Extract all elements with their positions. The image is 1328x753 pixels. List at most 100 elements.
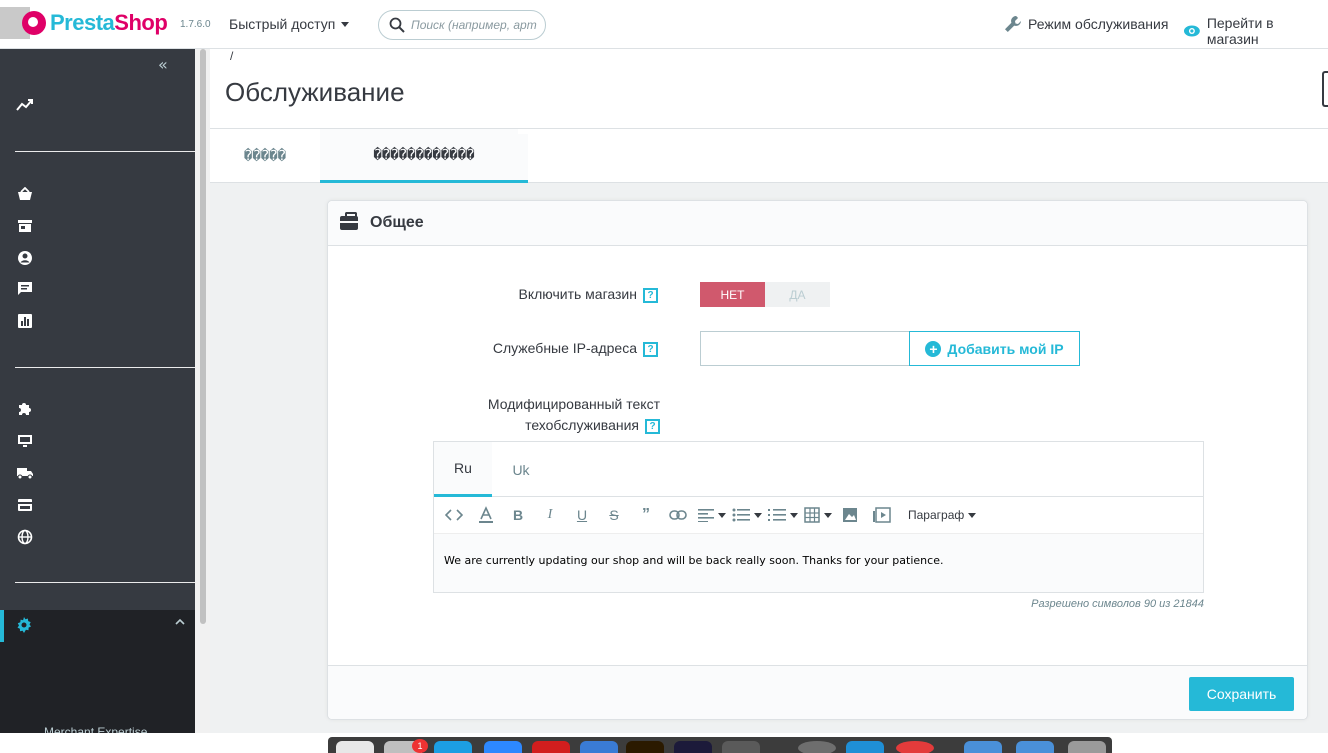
prestashop-logo[interactable]: PrestaShop: [22, 10, 168, 36]
globe-icon[interactable]: [16, 528, 34, 546]
message-icon[interactable]: [16, 280, 34, 298]
save-button[interactable]: Сохранить: [1189, 677, 1294, 711]
help-icon[interactable]: ?: [645, 418, 660, 434]
paragraph-format-label: Параграф: [908, 508, 965, 522]
caret-down-icon: [718, 512, 726, 518]
illustrator-icon[interactable]: [626, 741, 664, 753]
maintenance-ip-input[interactable]: [700, 331, 910, 366]
truck-icon[interactable]: [16, 464, 34, 482]
tab-bar: ����� ������������: [210, 129, 1328, 183]
language-tabs: Ru Uk: [434, 442, 1203, 497]
notification-badge: 1: [412, 739, 428, 753]
card-footer: Сохранить: [328, 665, 1307, 719]
help-icon[interactable]: ?: [643, 287, 658, 303]
paragraph-format-dropdown[interactable]: Параграф: [908, 508, 977, 522]
window-manager-icon[interactable]: [846, 741, 884, 753]
collapse-sidebar-button[interactable]: «: [158, 55, 168, 74]
sidebar-scrollbar[interactable]: [195, 49, 210, 733]
credit-card-icon[interactable]: [16, 496, 34, 514]
tab-notch: [518, 129, 528, 134]
editor-content[interactable]: We are currently updating our shop and w…: [434, 534, 1203, 592]
sidebar-divider: [15, 367, 195, 368]
monitor-icon[interactable]: [16, 432, 34, 450]
switch-no-option[interactable]: НЕТ: [700, 282, 765, 307]
table-dropdown[interactable]: [804, 503, 832, 527]
maintenance-mode-link[interactable]: Режим обслуживания: [1004, 15, 1168, 33]
search-box[interactable]: [378, 10, 546, 40]
underline-icon[interactable]: U: [570, 503, 594, 527]
editor-toolbar: B I U S ” Параграф: [434, 497, 1203, 534]
add-my-ip-label: Добавить мой IP: [947, 340, 1064, 357]
trending-up-icon[interactable]: [16, 96, 34, 114]
briefcase-icon: [340, 212, 358, 230]
github-icon[interactable]: [798, 741, 836, 753]
premiere-icon[interactable]: [674, 741, 712, 753]
preview-icon[interactable]: [580, 741, 618, 753]
view-shop-link[interactable]: Перейти в магазин: [1183, 15, 1328, 47]
strikethrough-icon[interactable]: S: [602, 503, 626, 527]
page-header: / Обслуживание: [210, 49, 1328, 129]
eye-icon: [1183, 25, 1200, 37]
caret-down-icon: [790, 512, 798, 518]
link-icon[interactable]: [666, 503, 690, 527]
tab-general[interactable]: �����: [210, 129, 320, 183]
tab-language-uk[interactable]: Uk: [492, 442, 550, 497]
italic-icon[interactable]: I: [538, 503, 562, 527]
os-dock: [328, 737, 1112, 753]
caret-down-icon: [754, 512, 762, 518]
trash-icon[interactable]: [1068, 741, 1106, 753]
code-icon[interactable]: [442, 503, 466, 527]
app-store-icon[interactable]: [434, 741, 472, 753]
quick-access-dropdown[interactable]: Быстрый доступ: [229, 16, 350, 32]
app-icon[interactable]: [722, 741, 760, 753]
align-dropdown[interactable]: [698, 503, 726, 527]
image-icon[interactable]: [838, 503, 862, 527]
logo-text: PrestaShop: [50, 10, 168, 35]
enable-shop-label: Включить магазин?: [428, 286, 658, 303]
finder-icon[interactable]: [336, 741, 374, 753]
tab-language-ru[interactable]: Ru: [434, 442, 492, 497]
wrench-icon: [1005, 16, 1021, 32]
toolbar-button-partial[interactable]: [1322, 71, 1328, 107]
sidebar-item-settings[interactable]: [0, 610, 195, 642]
stats-icon[interactable]: [16, 312, 34, 330]
store-icon[interactable]: [16, 217, 34, 235]
enable-shop-switch[interactable]: НЕТ ДА: [700, 282, 830, 307]
caret-down-icon: [824, 512, 832, 518]
sidebar-submenu-area: [0, 642, 195, 733]
folder-icon[interactable]: [1016, 741, 1054, 753]
numbered-list-dropdown[interactable]: [768, 503, 798, 527]
maintenance-ip-label: Служебные IP-адреса?: [428, 340, 658, 357]
card-header: Общее: [328, 201, 1307, 246]
caret-down-icon: [968, 512, 977, 518]
basket-icon[interactable]: [16, 185, 34, 203]
bullet-list-dropdown[interactable]: [732, 503, 762, 527]
custom-text-label: Модифицированный текст техобслуживания?: [487, 396, 660, 434]
scrollbar-thumb[interactable]: [200, 49, 206, 624]
caret-down-icon: [341, 21, 350, 27]
customer-icon[interactable]: [16, 249, 34, 267]
puffin-logo-icon: [22, 11, 46, 35]
folder-icon[interactable]: [964, 741, 1002, 753]
card-title: Общее: [370, 214, 424, 231]
general-card: Общее Включить магазин? НЕТ ДА Служебные…: [327, 200, 1308, 720]
gear-icon: [17, 617, 31, 633]
add-my-ip-button[interactable]: + Добавить мой IP: [909, 331, 1080, 366]
safari-icon[interactable]: [484, 741, 522, 753]
tab-maintenance[interactable]: ������������: [320, 129, 528, 183]
maintenance-mode-label: Режим обслуживания: [1028, 16, 1169, 32]
opera-icon[interactable]: [532, 741, 570, 753]
view-shop-label: Перейти в магазин: [1206, 15, 1274, 47]
switch-yes-option[interactable]: ДА: [765, 282, 830, 307]
video-icon[interactable]: [870, 503, 894, 527]
puzzle-icon[interactable]: [16, 400, 34, 418]
quote-icon[interactable]: ”: [634, 503, 658, 527]
search-input[interactable]: [411, 18, 541, 32]
bold-icon[interactable]: B: [506, 503, 530, 527]
help-icon[interactable]: ?: [643, 341, 658, 357]
breadcrumb[interactable]: /: [230, 49, 233, 63]
text-color-icon[interactable]: [474, 503, 498, 527]
char-counter: Разрешено символов 90 из 21844: [1031, 598, 1204, 610]
app-icon[interactable]: [896, 741, 934, 753]
active-indicator: [0, 610, 4, 642]
